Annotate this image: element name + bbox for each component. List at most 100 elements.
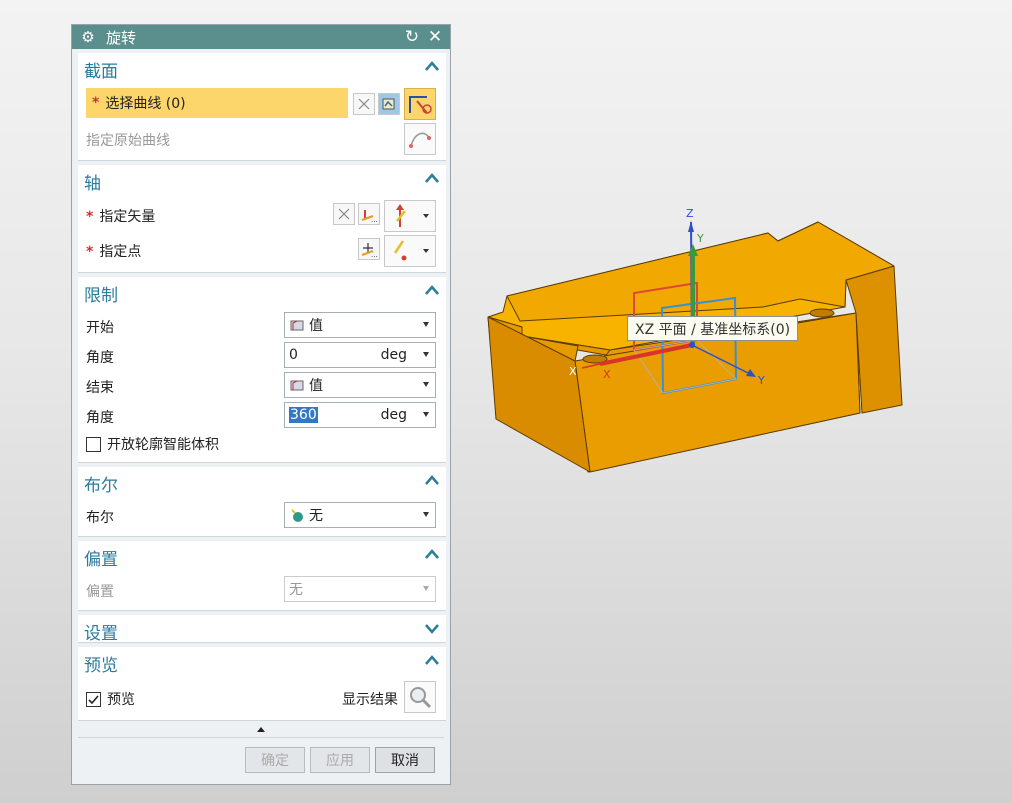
magnifier-icon [410, 687, 432, 709]
origin-point [689, 342, 695, 348]
svg-text:...: ... [371, 216, 378, 224]
start-label: 开始 [86, 320, 114, 336]
deselect-icon[interactable] [353, 93, 375, 115]
open-profile-row[interactable]: 开放轮廓智能体积 [86, 434, 219, 454]
settings-panel: 设置 [78, 615, 446, 644]
offset-header[interactable]: 偏置 [84, 545, 118, 570]
dialog-title: 旋转 [106, 28, 137, 47]
boolean-header[interactable]: 布尔 [84, 471, 118, 496]
reset-icon[interactable]: ↻ [403, 27, 421, 47]
axis-header[interactable]: 轴 [84, 169, 101, 194]
open-profile-label: 开放轮廓智能体积 [107, 437, 219, 453]
apply-button[interactable]: 应用 [310, 747, 370, 773]
preview-panel: 预览 预览 显示结果 [78, 647, 446, 721]
chevron-up-icon[interactable] [424, 473, 440, 487]
start-type-value: 值 [309, 318, 323, 334]
ok-button[interactable]: 确定 [245, 747, 305, 773]
selection-tooltip: XZ 平面 / 基准坐标系(0) [627, 316, 799, 341]
required-marker: * [86, 244, 94, 260]
specify-point-text: 指定点 [99, 244, 142, 260]
offset-label: 偏置 [86, 584, 114, 600]
chevron-down-icon[interactable] [424, 621, 440, 635]
y-axis-label: Y [757, 374, 765, 387]
preview-label: 预览 [107, 692, 135, 708]
collapse-arrow-icon[interactable] [257, 727, 265, 732]
end-angle-label: 角度 [86, 410, 114, 426]
chevron-down-icon[interactable] [423, 412, 429, 417]
point-type-dropdown[interactable] [384, 235, 436, 267]
chevron-down-icon [423, 512, 429, 517]
section-header[interactable]: 截面 [84, 57, 118, 82]
limits-header[interactable]: 限制 [84, 281, 118, 306]
start-angle-label: 角度 [86, 350, 114, 366]
offset-panel: 偏置 偏置 无 [78, 541, 446, 611]
preview-checkbox[interactable] [86, 691, 101, 707]
chevron-down-icon [423, 322, 429, 327]
revolve-dialog: ⚙ 旋转 ↻ ✕ 截面 * 选择曲线 (0) 指定原始曲线 轴 * 指定矢量 .… [71, 24, 451, 785]
chevron-up-icon[interactable] [424, 283, 440, 297]
preview-header[interactable]: 预览 [84, 651, 118, 676]
curve-rule-icon[interactable] [378, 93, 400, 115]
chevron-down-icon [423, 586, 429, 591]
start-type-select[interactable]: 值 [284, 312, 436, 338]
required-marker: * [92, 95, 100, 111]
specify-vector-text: 指定矢量 [99, 209, 156, 225]
select-curve-row[interactable]: * 选择曲线 (0) [86, 88, 348, 118]
sketch-section-icon[interactable] [404, 88, 436, 120]
close-icon[interactable]: ✕ [426, 27, 444, 47]
specify-original-curve-label: 指定原始曲线 [86, 133, 170, 149]
value-type-icon [290, 320, 304, 331]
z-axis-arrow [688, 221, 694, 232]
open-profile-checkbox[interactable] [86, 436, 101, 452]
required-marker: * [86, 209, 94, 225]
section-panel: 截面 * 选择曲线 (0) 指定原始曲线 [78, 53, 446, 161]
show-result-button[interactable] [404, 681, 436, 713]
chevron-up-icon[interactable] [424, 171, 440, 185]
deselect-vector-icon[interactable] [333, 203, 355, 225]
specify-vector-label: * 指定矢量 [86, 206, 155, 226]
end-angle-input[interactable]: 360 deg [284, 402, 436, 428]
start-angle-value: 0 [289, 347, 298, 363]
end-type-value: 值 [309, 378, 323, 394]
preview-row[interactable]: 预览 [86, 689, 135, 709]
end-angle-unit: deg [380, 407, 407, 423]
offset-value: 无 [289, 582, 303, 598]
chevron-up-icon[interactable] [424, 59, 440, 73]
y-green-label: Y [696, 232, 704, 245]
axis-panel: 轴 * 指定矢量 ... * 指定点 ... [78, 165, 446, 273]
offset-select[interactable]: 无 [284, 576, 436, 602]
value-type-icon [290, 380, 304, 391]
select-curve-label: 选择曲线 (0) [105, 96, 186, 112]
chevron-up-icon[interactable] [424, 547, 440, 561]
end-angle-value: 360 [289, 407, 318, 423]
show-result-label: 显示结果 [342, 692, 398, 708]
settings-header[interactable]: 设置 [84, 619, 118, 644]
vector-type-dropdown[interactable] [384, 200, 436, 232]
point-dialog-icon[interactable]: ... [358, 238, 380, 260]
gear-icon: ⚙ [81, 28, 95, 46]
boolean-panel: 布尔 布尔 无 [78, 467, 446, 537]
footer-divider [78, 737, 444, 738]
vector-dialog-icon[interactable]: ... [358, 203, 380, 225]
chevron-down-icon [423, 382, 429, 387]
specify-point-label: * 指定点 [86, 241, 141, 261]
start-angle-input[interactable]: 0 deg [284, 342, 436, 368]
x-axis-label-white: X [569, 365, 577, 378]
boolean-none-icon [291, 509, 303, 522]
svg-text:...: ... [371, 251, 378, 259]
dialog-titlebar[interactable]: ⚙ 旋转 ↻ ✕ [72, 25, 450, 49]
chevron-up-icon[interactable] [424, 653, 440, 667]
x-axis-label-red: X [603, 368, 611, 381]
limits-panel: 限制 开始 值 角度 0 deg 结束 值 角度 360 deg 开放轮廓智能体… [78, 277, 446, 463]
chevron-down-icon[interactable] [423, 352, 429, 357]
end-type-select[interactable]: 值 [284, 372, 436, 398]
z-axis-label: Z [686, 207, 694, 220]
hole-right [809, 308, 835, 318]
end-label: 结束 [86, 380, 114, 396]
cancel-button[interactable]: 取消 [375, 747, 435, 773]
original-curve-icon[interactable] [404, 123, 436, 155]
boolean-select[interactable]: 无 [284, 502, 436, 528]
boolean-value: 无 [309, 508, 323, 524]
boolean-label: 布尔 [86, 510, 114, 526]
start-angle-unit: deg [380, 347, 407, 363]
